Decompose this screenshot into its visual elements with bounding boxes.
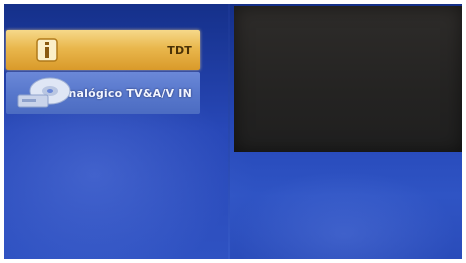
menu-item-label: TDT xyxy=(167,43,192,57)
menu-item-analog-tv-av-in[interactable]: Analógico TV&A/V IN xyxy=(6,72,200,114)
panel-divider xyxy=(228,4,230,259)
disc-icon xyxy=(16,77,72,111)
source-menu: TDT Analógico TV&A/V IN xyxy=(6,30,200,114)
menu-item-label: Analógico TV&A/V IN xyxy=(59,86,192,100)
menu-item-tdt[interactable]: TDT xyxy=(6,30,200,70)
tv-screen: TDT Analógico TV&A/V IN xyxy=(4,4,462,259)
info-icon xyxy=(36,38,58,62)
video-preview xyxy=(234,6,462,152)
